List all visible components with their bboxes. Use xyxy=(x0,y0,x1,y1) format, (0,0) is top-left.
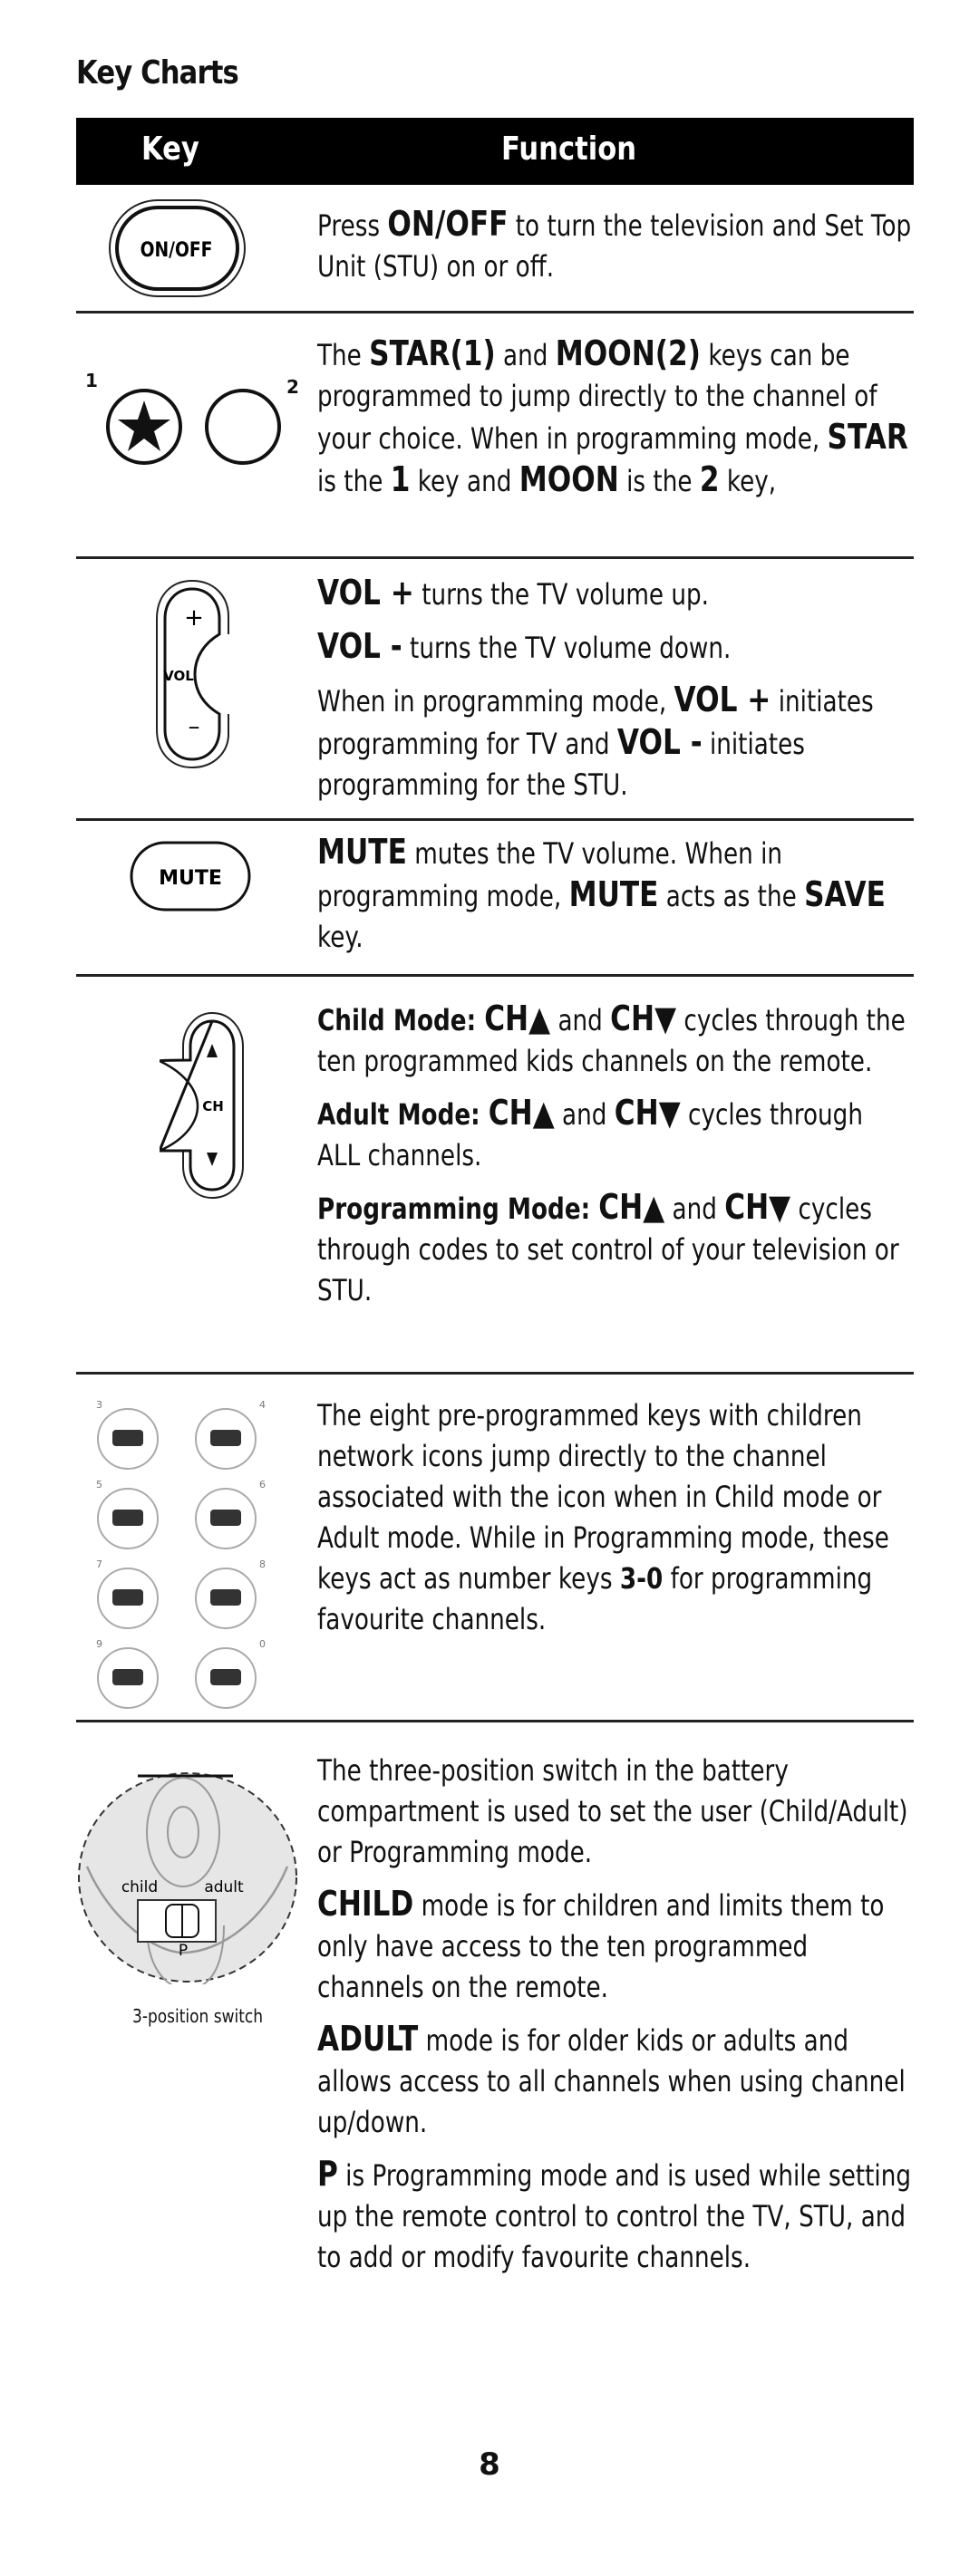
mute-description: MUTE mutes the TV volume. When in progra… xyxy=(317,832,886,954)
channel-description: Child Mode: CH▲ and CH▼ cycles through t… xyxy=(317,999,906,1307)
mute-key-label: MUTE xyxy=(159,867,222,890)
network-key-number: 7 xyxy=(96,1558,102,1570)
network-key-icon: 0 xyxy=(195,1638,266,1709)
network-logo xyxy=(210,1589,241,1606)
network-key-icon: 8 xyxy=(195,1558,266,1629)
network-key-number: 0 xyxy=(259,1638,266,1650)
moon-key-icon xyxy=(205,389,281,465)
network-key-number: 9 xyxy=(96,1638,102,1650)
onoff-key-icon: ON/OFF xyxy=(109,199,246,297)
row-divider xyxy=(76,974,914,977)
network-logo xyxy=(112,1669,143,1685)
network-key-icon: 9 xyxy=(96,1638,159,1709)
network-logo xyxy=(210,1669,241,1685)
volume-plus-label: + xyxy=(184,604,204,632)
network-key-number: 6 xyxy=(259,1479,266,1491)
channel-key-label: CH xyxy=(202,1098,224,1114)
row-divider xyxy=(76,311,914,314)
page-number: 8 xyxy=(479,2446,500,2483)
mute-key-icon: MUTE xyxy=(130,841,251,912)
network-key-icon: 6 xyxy=(195,1479,266,1549)
network-keys-grid: 3 4 5 6 7 8 9 0 xyxy=(87,1395,268,1709)
network-key-icon: 5 xyxy=(96,1479,159,1549)
starmoon-description: The STAR(1) and MOON(2) keys can be prog… xyxy=(317,333,908,499)
row-divider xyxy=(76,1720,914,1722)
network-logo xyxy=(210,1510,241,1526)
header-function: Function xyxy=(501,130,637,168)
onoff-key-label: ON/OFF xyxy=(141,238,213,262)
network-logo xyxy=(112,1430,143,1446)
table-header: Key Function xyxy=(76,118,914,185)
network-key-icon: 7 xyxy=(96,1558,159,1629)
switch-description: The three-position switch in the battery… xyxy=(317,1753,912,2274)
page-title: Key Charts xyxy=(76,54,239,92)
three-position-switch-icon: child adult P xyxy=(78,1772,297,1984)
volume-key-icon: + – VOL xyxy=(156,580,230,769)
moon-key-number: 2 xyxy=(286,376,299,398)
volume-minus-label: – xyxy=(189,713,200,740)
network-logo xyxy=(112,1589,143,1606)
star-key-icon xyxy=(106,389,182,465)
header-key: Key xyxy=(141,130,199,168)
network-key-number: 3 xyxy=(96,1399,102,1411)
switch-adult-label: adult xyxy=(204,1878,244,1896)
switch-caption: 3-position switch xyxy=(132,2005,263,2027)
row-divider xyxy=(76,818,914,821)
row-divider xyxy=(76,1372,914,1375)
volume-description: VOL + turns the TV volume up. VOL - turn… xyxy=(317,573,874,802)
switch-child-label: child xyxy=(121,1878,158,1896)
network-key-number: 4 xyxy=(259,1399,266,1411)
network-key-number: 8 xyxy=(259,1558,266,1570)
row-divider xyxy=(76,556,914,559)
network-key-icon: 3 xyxy=(96,1399,159,1470)
volume-key-label: VOL xyxy=(163,668,194,684)
network-logo xyxy=(112,1510,143,1526)
star-key-number: 1 xyxy=(85,370,98,391)
onoff-description: Press ON/OFF to turn the television and … xyxy=(317,204,912,284)
network-logo xyxy=(210,1430,241,1446)
switch-p-label: P xyxy=(179,1942,188,1960)
network-key-icon: 4 xyxy=(195,1399,266,1470)
network-key-number: 5 xyxy=(96,1479,102,1491)
channel-key-icon: CH xyxy=(160,1012,244,1200)
network-keys-description: The eight pre-programmed keys with child… xyxy=(317,1398,889,1636)
